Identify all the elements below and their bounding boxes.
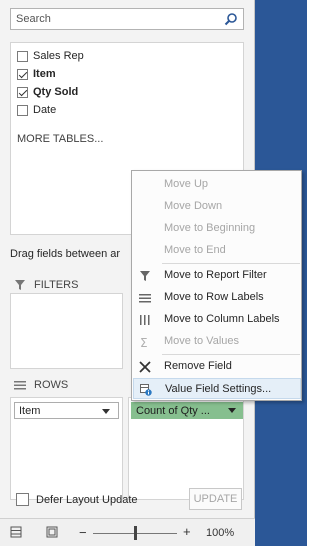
- menu-separator: [162, 263, 300, 264]
- field-item-sales-rep[interactable]: Sales Rep: [17, 48, 84, 64]
- field-label: Qty Sold: [33, 86, 79, 98]
- columns-icon: [140, 315, 150, 325]
- menu-item-move-to-report-filter[interactable]: Move to Report Filter: [133, 265, 301, 286]
- field-label: Date: [33, 104, 57, 116]
- field-label: Sales Rep: [33, 50, 84, 62]
- menu-item-move-to-column-labels[interactable]: Move to Column Labels: [133, 309, 301, 330]
- page-layout-icon[interactable]: [46, 526, 58, 538]
- rows-heading: ROWS: [14, 379, 68, 391]
- menu-item-label: Move to Values: [164, 335, 240, 347]
- checkbox[interactable]: [17, 50, 28, 62]
- drag-fields-instruction: Drag fields between ar: [10, 248, 121, 260]
- values-field-item[interactable]: Count of Qty ...: [131, 402, 243, 419]
- values-drop-area[interactable]: Count of Qty ...: [128, 397, 244, 500]
- field-item-item[interactable]: Item: [17, 66, 56, 82]
- menu-item-move-to-end[interactable]: Move to End: [133, 240, 301, 261]
- filter-icon: [140, 271, 150, 281]
- rows-field-label: Item: [19, 404, 41, 417]
- zoom-in-button[interactable]: +: [183, 524, 191, 539]
- filters-drop-area[interactable]: [10, 293, 123, 369]
- menu-item-move-up[interactable]: Move Up: [133, 174, 301, 195]
- more-tables-link[interactable]: MORE TABLES...: [17, 133, 103, 145]
- rows-icon: [139, 294, 151, 303]
- menu-item-move-down[interactable]: Move Down: [133, 196, 301, 217]
- close-icon: [139, 361, 151, 373]
- menu-item-label: Move to Column Labels: [164, 313, 280, 325]
- checkbox[interactable]: [17, 104, 28, 116]
- defer-label: Defer Layout Update: [36, 493, 138, 506]
- zoom-percent[interactable]: 100%: [206, 527, 234, 539]
- menu-item-value-field-settings[interactable]: Value Field Settings...: [133, 378, 301, 399]
- update-button[interactable]: UPDATE: [189, 488, 242, 510]
- chevron-down-icon[interactable]: [102, 409, 110, 414]
- menu-item-move-to-values[interactable]: Σ Move to Values: [133, 331, 301, 352]
- sigma-icon: Σ: [140, 336, 148, 348]
- menu-item-label: Value Field Settings...: [165, 383, 272, 395]
- menu-item-label: Move to Beginning: [164, 222, 256, 234]
- menu-item-remove-field[interactable]: Remove Field: [133, 356, 301, 377]
- field-label: Item: [33, 68, 56, 80]
- zoom-slider-thumb[interactable]: [134, 526, 137, 540]
- search-icon[interactable]: [224, 12, 238, 26]
- menu-item-move-to-beginning[interactable]: Move to Beginning: [133, 218, 301, 239]
- svg-text:Σ: Σ: [140, 336, 148, 348]
- checkbox-checked[interactable]: [17, 86, 28, 98]
- rows-drop-area[interactable]: Item: [10, 397, 123, 500]
- rows-field-item[interactable]: Item: [14, 402, 119, 419]
- filters-heading: FILTERS: [14, 279, 78, 291]
- menu-item-label: Move to Report Filter: [164, 269, 267, 281]
- values-field-label: Count of Qty ...: [136, 404, 210, 417]
- normal-view-icon[interactable]: [10, 526, 22, 538]
- checkbox-checked[interactable]: [17, 68, 28, 80]
- menu-item-label: Move to Row Labels: [164, 291, 264, 303]
- status-bar: − + 100%: [0, 518, 255, 546]
- defer-layout-update[interactable]: Defer Layout Update: [16, 493, 138, 506]
- checkbox[interactable]: [16, 493, 29, 506]
- field-context-menu: Move Up Move Down Move to Beginning Move…: [131, 170, 302, 401]
- field-item-qty-sold[interactable]: Qty Sold: [17, 84, 78, 100]
- filter-icon: [15, 280, 25, 290]
- menu-item-move-to-row-labels[interactable]: Move to Row Labels: [133, 287, 301, 308]
- menu-item-label: Move Up: [164, 178, 209, 190]
- menu-item-label: Move to End: [164, 244, 226, 256]
- rows-icon: [14, 381, 26, 390]
- search-field[interactable]: Search: [10, 8, 244, 30]
- zoom-out-button[interactable]: −: [79, 525, 87, 540]
- menu-item-label: Move Down: [164, 200, 223, 212]
- menu-separator: [162, 354, 300, 355]
- field-item-date[interactable]: Date: [17, 102, 56, 118]
- menu-item-label: Remove Field: [164, 360, 232, 372]
- chevron-down-icon[interactable]: [228, 408, 236, 413]
- field-settings-icon: [140, 384, 152, 396]
- search-placeholder: Search: [16, 13, 51, 25]
- rows-label: ROWS: [34, 379, 69, 391]
- filters-label: FILTERS: [34, 279, 79, 291]
